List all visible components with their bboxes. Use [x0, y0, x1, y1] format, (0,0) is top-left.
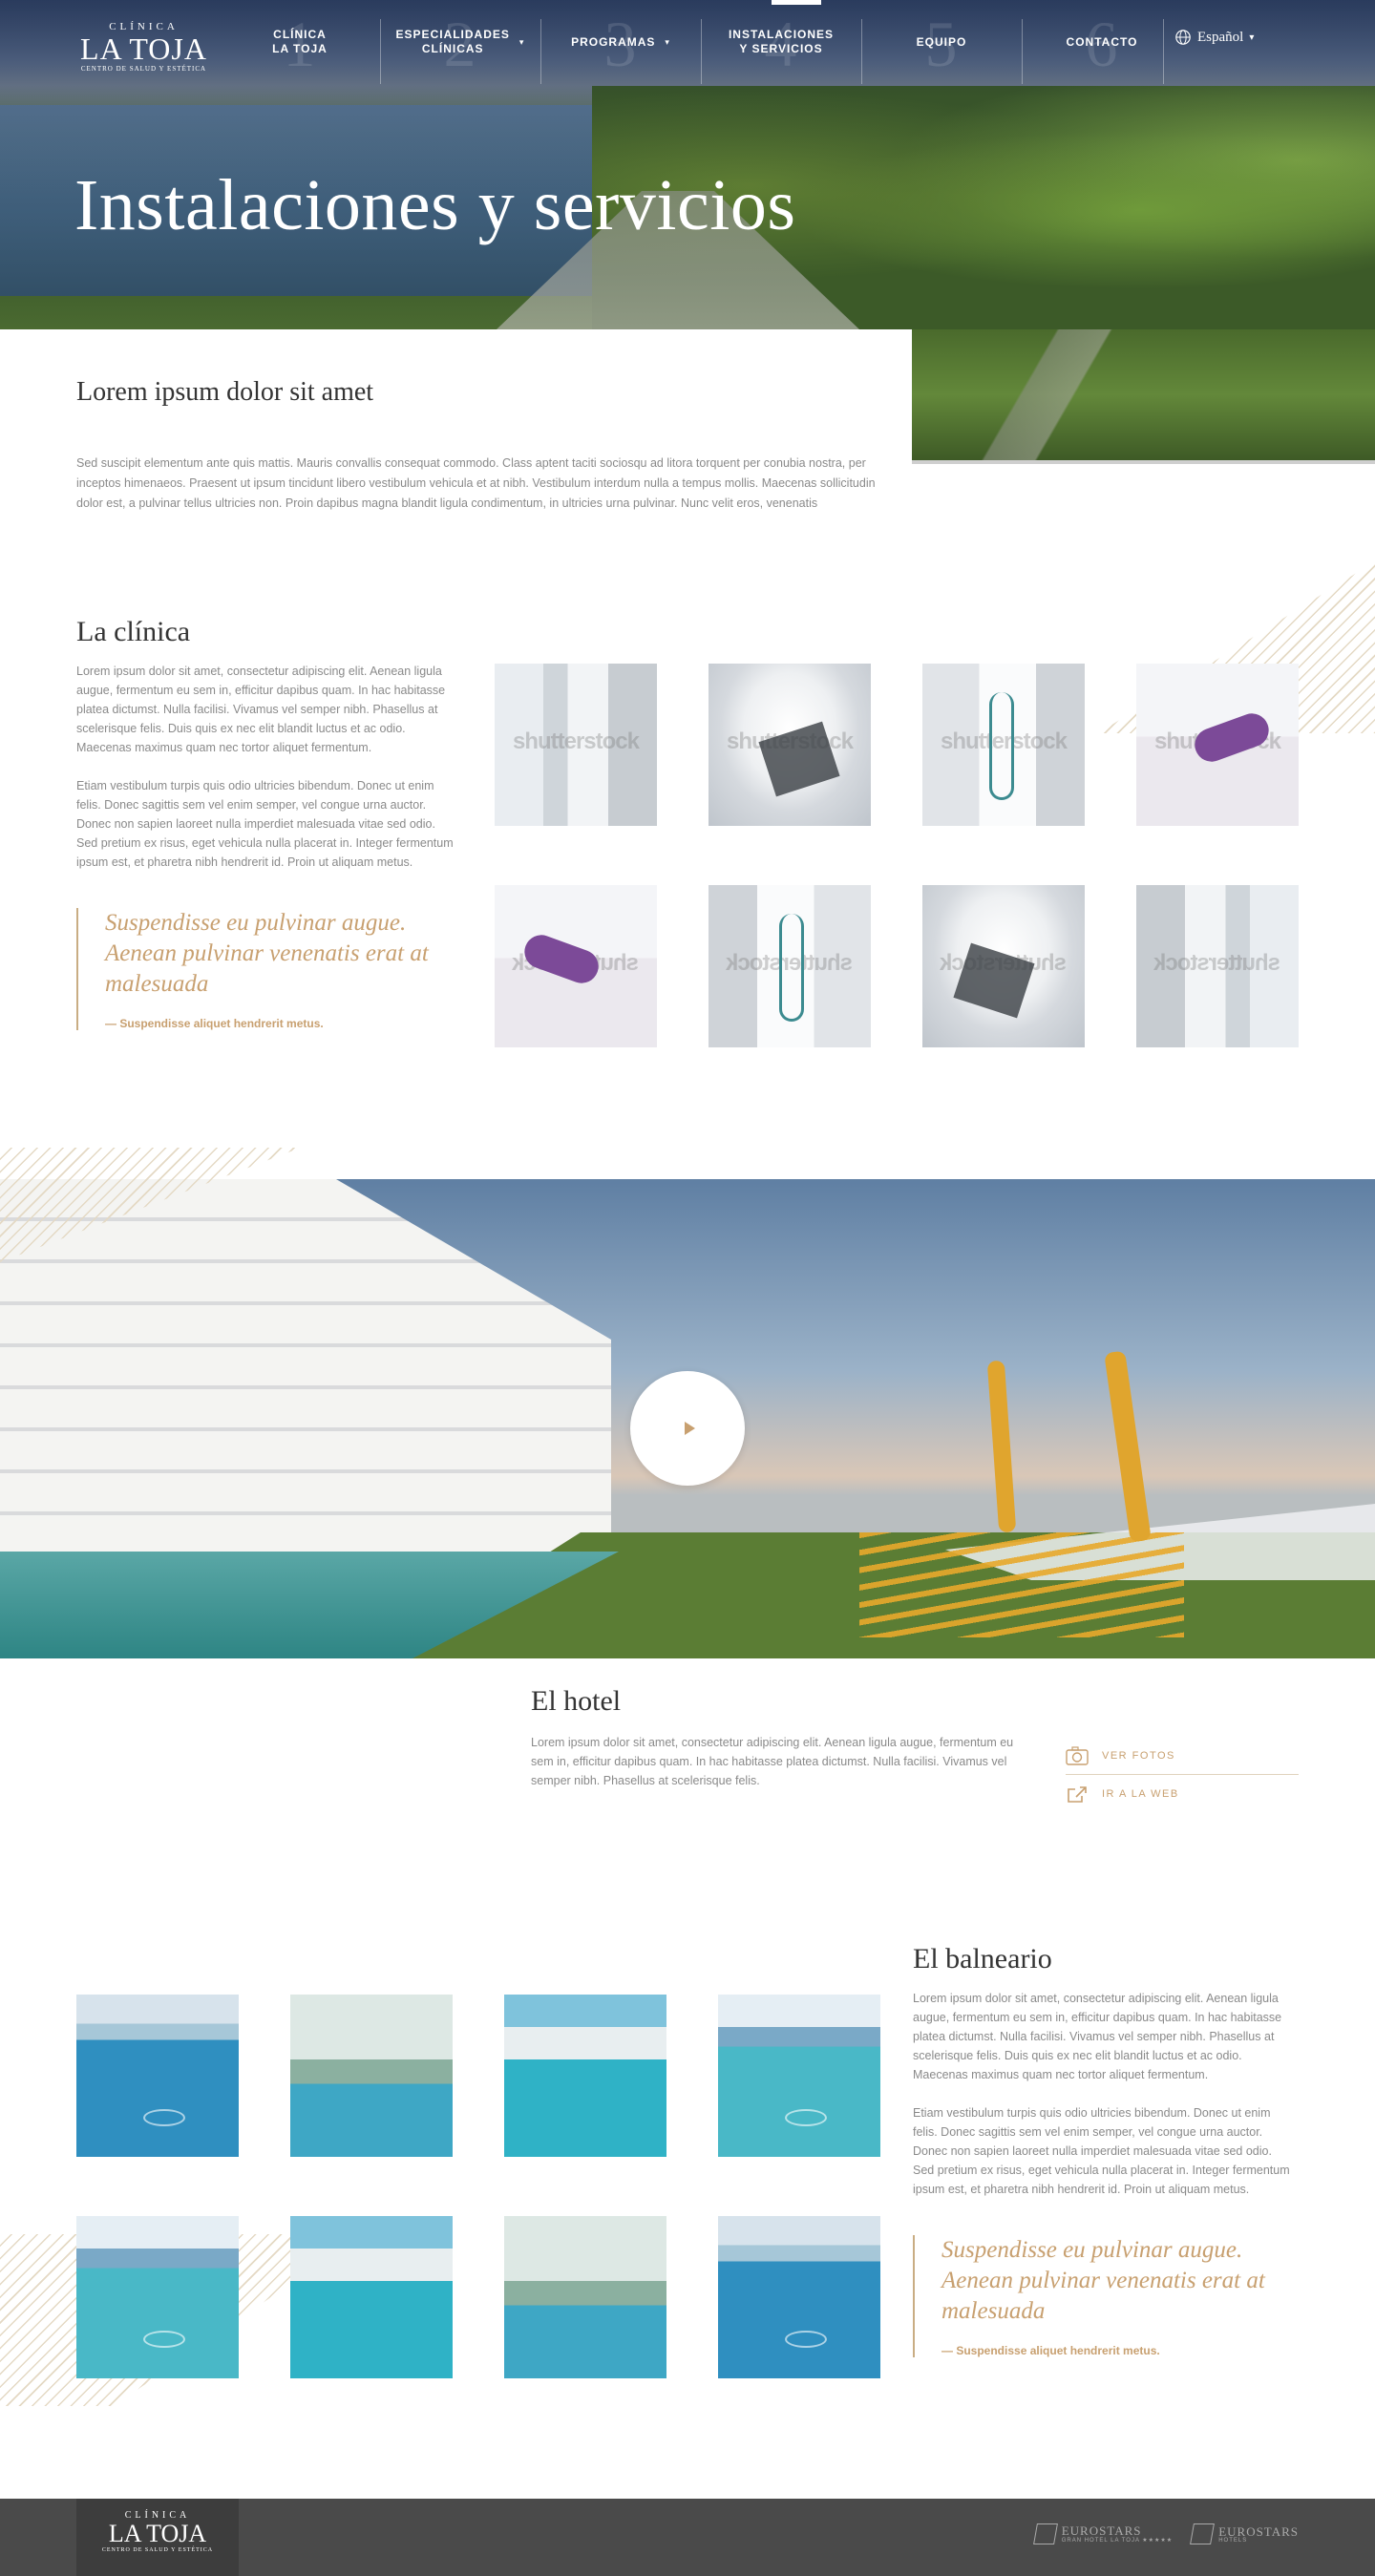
- gallery-thumb-clinic[interactable]: shutterstock: [922, 664, 1085, 826]
- watermark: shutterstock: [726, 950, 854, 976]
- intro-heading: Lorem ipsum dolor sit amet: [76, 377, 374, 407]
- gallery-thumb-clinic[interactable]: shutterstock: [495, 664, 657, 826]
- logo-line2: LA TOJA: [108, 2520, 207, 2547]
- gallery-thumb-spa[interactable]: [76, 2216, 239, 2378]
- chevron-down-icon: ▾: [518, 36, 525, 47]
- play-button[interactable]: [630, 1371, 745, 1486]
- quote-source: — Suspendisse aliquet hendrerit metus.: [941, 2344, 1160, 2357]
- nav-label: CONTACTO: [1066, 34, 1138, 49]
- eurostars-icon: [1032, 2523, 1058, 2544]
- site-footer: CLÍNICA LA TOJA CENTRO DE SALUD Y ESTÉTI…: [0, 2499, 1375, 2576]
- nav-label: CLÍNICA LA TOJA: [272, 28, 328, 55]
- watermark: shutterstock: [940, 728, 1068, 754]
- hotel-section: El hotel Lorem ipsum dolor sit amet, con…: [531, 1685, 1018, 1790]
- nav-menu: 1 CLÍNICA LA TOJA 2 ESPECIALIDADES CLÍNICA…: [220, 0, 1182, 84]
- watermark: shutterstock: [512, 950, 640, 976]
- logo-line2: LA TOJA: [80, 32, 207, 66]
- gallery-thumb-spa[interactable]: [718, 2216, 880, 2378]
- gallery-thumb-spa[interactable]: [504, 2216, 666, 2378]
- gallery-thumb-spa[interactable]: [290, 1995, 453, 2157]
- clinic-quote: Suspendisse eu pulvinar augue. Aenean pu…: [76, 908, 458, 1030]
- watermark: shutterstock: [726, 728, 854, 754]
- quote-text: Suspendisse eu pulvinar augue. Aenean pu…: [105, 910, 429, 997]
- main-navigation: CLÍNICA LA TOJA CENTRO DE SALUD Y ESTÉTI…: [0, 0, 1375, 84]
- watermark: shutterstock: [512, 728, 640, 754]
- nav-item-instalaciones[interactable]: 4 INSTALACIONES Y SERVICIOS: [701, 0, 861, 84]
- watermark: shutterstock: [940, 950, 1068, 976]
- partner-logos: EUROSTARS GRAN HOTEL LA TOJA ★★★★★ EUROS…: [1032, 2523, 1299, 2544]
- play-icon: [684, 1422, 695, 1435]
- logo-tagline: CENTRO DE SALUD Y ESTÉTICA: [80, 65, 207, 73]
- nav-divider: [1163, 19, 1164, 84]
- footer-logo[interactable]: CLÍNICA LA TOJA CENTRO DE SALUD Y ESTÉTI…: [76, 2499, 239, 2576]
- clinic-paragraph-2: Etiam vestibulum turpis quis odio ultric…: [76, 779, 454, 869]
- gallery-thumb-spa[interactable]: [290, 2216, 453, 2378]
- chevron-down-icon: ▾: [665, 36, 670, 47]
- spa-heading: El balneario: [913, 1943, 1052, 1974]
- nav-item-clinica[interactable]: 1 CLÍNICA LA TOJA: [220, 0, 380, 84]
- intro-text: Sed suscipit elementum ante quis mattis.…: [76, 456, 876, 510]
- spa-section: El balneario Lorem ipsum dolor sit amet,…: [913, 1943, 1295, 2357]
- spa-paragraph-2: Etiam vestibulum turpis quis odio ultric…: [913, 2106, 1290, 2196]
- clinic-section: La clínica Lorem ipsum dolor sit amet, c…: [76, 616, 458, 1030]
- chevron-down-icon: ▾: [1249, 32, 1255, 43]
- language-label: Español: [1197, 29, 1244, 45]
- view-photos-link[interactable]: VER FOTOS: [1066, 1737, 1299, 1775]
- gallery-thumb-clinic[interactable]: shutterstock: [922, 885, 1085, 1047]
- page-title: Instalaciones y servicios: [74, 165, 796, 245]
- visit-website-label: IR A LA WEB: [1102, 1788, 1179, 1800]
- nav-label: EQUIPO: [916, 34, 967, 49]
- partner-name: EUROSTARS: [1061, 2523, 1142, 2538]
- site-logo[interactable]: CLÍNICA LA TOJA CENTRO DE SALUD Y ESTÉTI…: [74, 21, 213, 73]
- intro-section: Lorem ipsum dolor sit amet Sed suscipit …: [76, 377, 878, 514]
- external-link-icon: [1068, 1786, 1087, 1803]
- gallery-thumb-clinic[interactable]: shutterstock: [495, 885, 657, 1047]
- partner-sub: GRAN HOTEL LA TOJA ★★★★★: [1061, 2538, 1174, 2544]
- logo-tagline: CENTRO DE SALUD Y ESTÉTICA: [101, 2547, 214, 2553]
- gallery-thumb-spa[interactable]: [76, 1995, 239, 2157]
- nav-item-contacto[interactable]: 6 CONTACTO: [1022, 0, 1182, 84]
- hotel-text: Lorem ipsum dolor sit amet, consectetur …: [531, 1736, 1014, 1787]
- gallery-thumb-clinic[interactable]: shutterstock: [709, 664, 871, 826]
- eurostars-icon: [1190, 2523, 1216, 2544]
- hotel-heading: El hotel: [531, 1685, 622, 1717]
- gallery-thumb-clinic[interactable]: shutterstock: [709, 885, 871, 1047]
- spa-quote: Suspendisse eu pulvinar augue. Aenean pu…: [913, 2235, 1295, 2357]
- active-indicator: [772, 0, 821, 5]
- partner-logo-gran-hotel[interactable]: EUROSTARS GRAN HOTEL LA TOJA ★★★★★: [1032, 2523, 1174, 2544]
- globe-icon: [1175, 30, 1191, 45]
- nav-item-programas[interactable]: 3 PROGRAMAS ▾: [540, 0, 701, 84]
- partner-logo-eurostars-hotels[interactable]: EUROSTARS HOTELS: [1190, 2523, 1299, 2544]
- nav-label: PROGRAMAS: [571, 34, 656, 49]
- intro-image: [912, 329, 1375, 464]
- quote-text: Suspendisse eu pulvinar augue. Aenean pu…: [941, 2237, 1265, 2324]
- nav-label: ESPECIALIDADES CLÍNICAS: [395, 28, 510, 55]
- gallery-thumb-spa[interactable]: [718, 1995, 880, 2157]
- watermark: shutterstock: [1153, 728, 1281, 754]
- partner-name: EUROSTARS: [1218, 2523, 1299, 2539]
- spa-paragraph-1: Lorem ipsum dolor sit amet, consectetur …: [913, 1992, 1282, 2081]
- clinic-paragraph-1: Lorem ipsum dolor sit amet, consectetur …: [76, 665, 446, 754]
- nav-item-especialidades[interactable]: 2 ESPECIALIDADES CLÍNICAS ▾: [380, 0, 540, 84]
- gallery-thumb-clinic[interactable]: shutterstock: [1136, 664, 1299, 826]
- clinic-heading: La clínica: [76, 616, 191, 647]
- camera-icon: [1066, 1745, 1089, 1765]
- hotel-links: VER FOTOS IR A LA WEB: [1066, 1737, 1299, 1813]
- nav-item-equipo[interactable]: 5 EQUIPO: [861, 0, 1022, 84]
- nav-label: INSTALACIONES Y SERVICIOS: [728, 28, 835, 55]
- gallery-thumb-clinic[interactable]: shutterstock: [1136, 885, 1299, 1047]
- view-photos-label: VER FOTOS: [1102, 1749, 1175, 1762]
- gallery-thumb-spa[interactable]: [504, 1995, 666, 2157]
- visit-website-link[interactable]: IR A LA WEB: [1066, 1775, 1299, 1813]
- watermark: shutterstock: [1153, 950, 1281, 976]
- language-selector[interactable]: Español ▾: [1174, 29, 1254, 46]
- quote-source: — Suspendisse aliquet hendrerit metus.: [105, 1017, 324, 1030]
